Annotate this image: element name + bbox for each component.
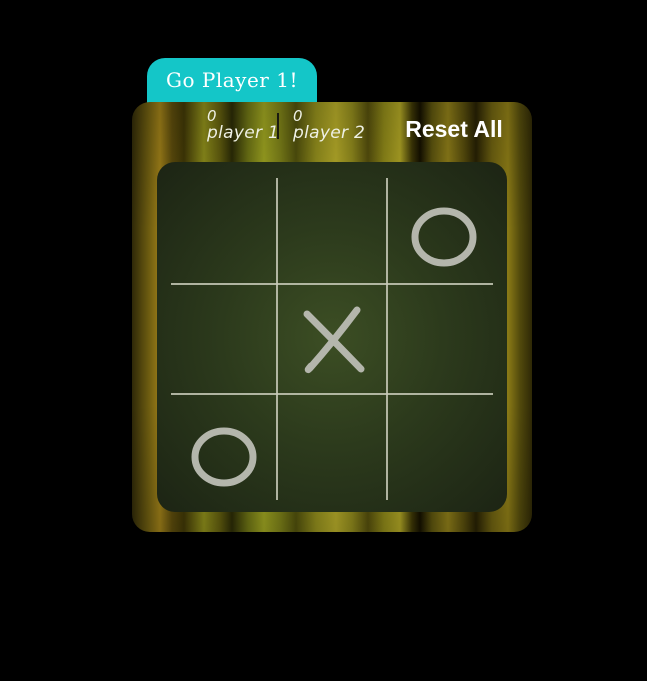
board-cell-8[interactable] (277, 394, 387, 504)
board-cell-7[interactable] (167, 394, 277, 504)
o-mark (411, 207, 477, 267)
player1-score: 0 player 1 (207, 108, 279, 142)
board-cell-6[interactable] (387, 284, 497, 394)
board-cell-4[interactable] (167, 284, 277, 394)
board-cell-1[interactable] (167, 174, 277, 284)
score-divider (277, 113, 279, 139)
player2-score-value: 0 (293, 107, 303, 125)
game-frame: 0 player 1 0 player 2 Reset All (132, 102, 532, 532)
player1-label: player 1 (207, 123, 280, 143)
board-cell-3[interactable] (387, 174, 497, 284)
player2-label: player 2 (293, 123, 366, 143)
o-mark (191, 427, 257, 487)
turn-indicator: Go Player 1! (147, 58, 317, 106)
x-mark (303, 306, 365, 374)
board-cell-2[interactable] (277, 174, 387, 284)
player2-score: 0 player 2 (293, 108, 365, 142)
player1-score-value: 0 (207, 107, 217, 125)
game-board (157, 162, 507, 512)
board-cell-5[interactable] (277, 284, 387, 394)
board-cell-9[interactable] (387, 394, 497, 504)
reset-all-button[interactable]: Reset All (398, 114, 510, 144)
